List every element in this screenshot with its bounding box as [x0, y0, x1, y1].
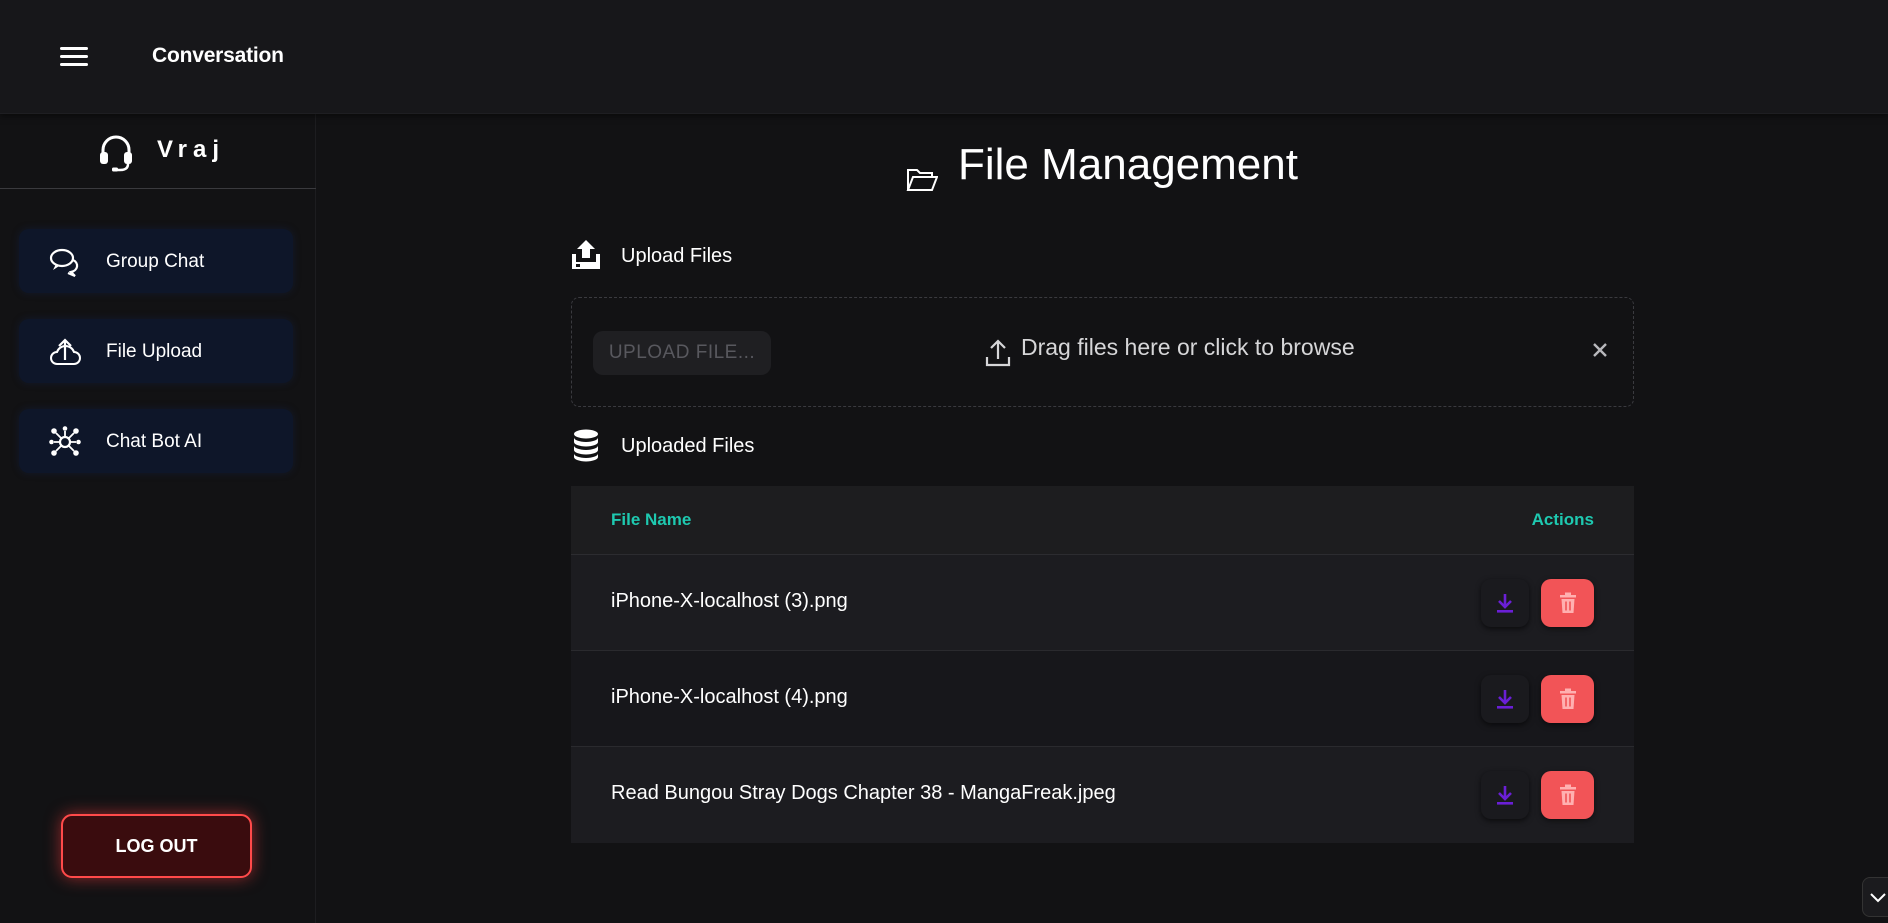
- file-name: iPhone-X-localhost (3).png: [611, 590, 848, 612]
- network-hub-icon: [49, 426, 81, 456]
- sidebar: Vraj Group Chat File Upload Chat Bot AI: [0, 114, 316, 923]
- column-header-file-name: File Name: [611, 510, 692, 529]
- download-icon: [1497, 594, 1513, 613]
- sidebar-item-label: Chat Bot AI: [106, 431, 203, 452]
- top-bar: Conversation: [0, 0, 1888, 114]
- file-dropzone[interactable]: UPLOAD FILE... Drag files here or click …: [571, 297, 1634, 407]
- upload-arrow-icon: [985, 339, 1011, 367]
- app-title: Conversation: [152, 44, 284, 67]
- delete-button[interactable]: [1541, 771, 1594, 819]
- drop-instructions: Drag files here or click to browse: [1021, 334, 1355, 360]
- profile-header: Vraj: [0, 114, 316, 189]
- chat-bubbles-icon: [49, 248, 79, 278]
- column-header-actions: Actions: [1531, 510, 1594, 529]
- headset-icon: [100, 135, 132, 172]
- hamburger-menu-icon[interactable]: [56, 43, 92, 71]
- sidebar-item-group-chat[interactable]: Group Chat: [19, 229, 293, 293]
- sidebar-item-file-upload[interactable]: File Upload: [19, 319, 293, 383]
- table-row: iPhone-X-localhost (3).png: [571, 555, 1634, 651]
- sidebar-item-chat-bot-ai[interactable]: Chat Bot AI: [19, 409, 293, 473]
- trash-icon: [1559, 784, 1576, 805]
- download-icon: [1497, 786, 1513, 805]
- database-icon: [574, 429, 598, 462]
- upload-file-button[interactable]: UPLOAD FILE...: [593, 331, 771, 375]
- file-name: Read Bungou Stray Dogs Chapter 38 - Mang…: [611, 782, 1116, 804]
- upload-section-label: Upload Files: [621, 245, 733, 267]
- profile-name: Vraj: [157, 136, 226, 163]
- files-table: File Name Actions iPhone-X-localhost (3)…: [571, 486, 1634, 843]
- download-button[interactable]: [1481, 675, 1529, 723]
- corner-widget[interactable]: [1862, 877, 1888, 917]
- upload-tray-icon: [572, 240, 600, 269]
- sidebar-item-label: Group Chat: [106, 251, 205, 272]
- sidebar-item-label: File Upload: [106, 341, 203, 362]
- chevron-down-icon: [1870, 893, 1886, 903]
- folder-open-icon: [906, 169, 938, 191]
- table-row: iPhone-X-localhost (4).png: [571, 651, 1634, 747]
- file-name: iPhone-X-localhost (4).png: [611, 686, 848, 708]
- close-icon[interactable]: [1588, 338, 1612, 362]
- trash-icon: [1559, 592, 1576, 613]
- download-button[interactable]: [1481, 771, 1529, 819]
- download-button[interactable]: [1481, 579, 1529, 627]
- logout-button[interactable]: LOG OUT: [61, 814, 252, 878]
- page-title: File Management: [958, 140, 1298, 189]
- uploaded-files-label: Uploaded Files: [621, 435, 755, 457]
- delete-button[interactable]: [1541, 579, 1594, 627]
- table-header: File Name Actions: [571, 486, 1634, 555]
- delete-button[interactable]: [1541, 675, 1594, 723]
- cloud-upload-icon: [50, 338, 81, 365]
- download-icon: [1497, 690, 1513, 709]
- trash-icon: [1559, 688, 1576, 709]
- table-row: Read Bungou Stray Dogs Chapter 38 - Mang…: [571, 747, 1634, 843]
